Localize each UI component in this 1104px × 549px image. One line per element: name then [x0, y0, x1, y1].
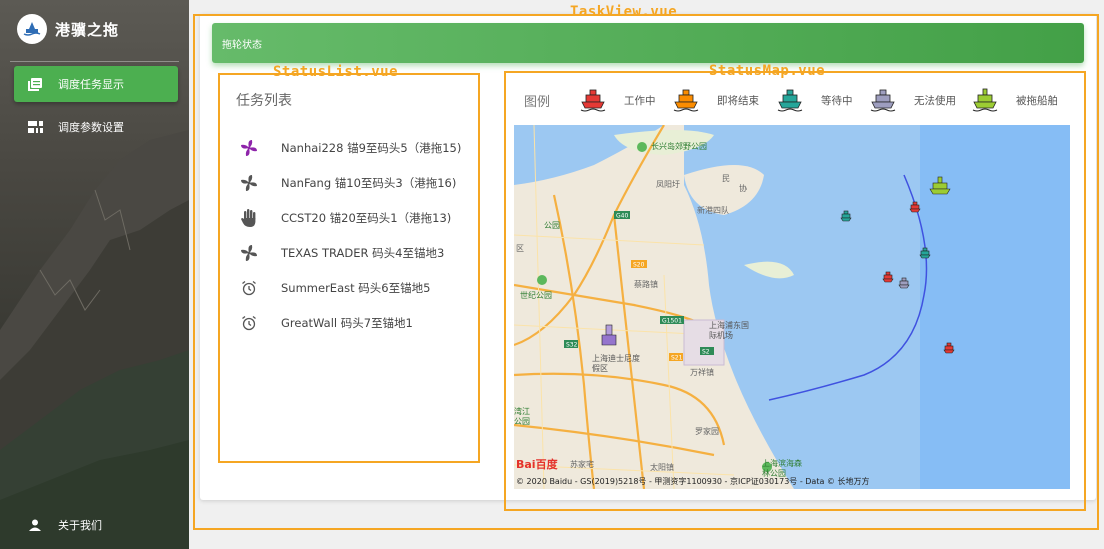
legend-label: 即将结束: [717, 94, 759, 107]
legend-item-ending: 即将结束: [673, 84, 759, 116]
statuslist-outline: [218, 73, 480, 463]
legend-label: 工作中: [624, 94, 656, 107]
task-text: NanFang 锚10至码头3（港拖16): [281, 176, 457, 190]
map-label: 长兴岛郊野公园: [651, 142, 707, 151]
map-label: 公园: [544, 221, 560, 230]
map-label: 万祥镇: [690, 368, 714, 377]
legend-label: 被拖船舶: [1016, 94, 1058, 107]
task-list-title: 任务列表: [236, 93, 292, 109]
map-label: 蔡路镇: [634, 280, 658, 289]
task-text: TEXAS TRADER 码头4至锚地3: [281, 246, 445, 260]
tugboat-icon: [870, 89, 896, 112]
task-list-item[interactable]: TEXAS TRADER 码头4至锚地3: [240, 243, 444, 263]
svg-text:S21: S21: [671, 355, 683, 362]
nav-item-param-settings[interactable]: 调度参数设置: [14, 109, 178, 145]
svg-text:S32: S32: [566, 342, 578, 349]
task-text: Nanhai228 锚9至码头5（港拖15): [281, 141, 462, 155]
nav-item-task-display[interactable]: 调度任务显示: [14, 66, 178, 102]
fan-icon: [240, 244, 258, 262]
ship-icon: [972, 88, 998, 112]
map-canvas[interactable]: G40 S20 G1501 S32 S21 S2: [514, 125, 1070, 489]
divider: [10, 61, 179, 62]
map-label: 民: [722, 174, 730, 183]
fan-icon: [240, 139, 258, 157]
task-list-item[interactable]: GreatWall 码头7至锚地1: [240, 313, 413, 333]
taskview-label: TaskView.vue: [570, 4, 678, 20]
task-text: SummerEast 码头6至锚地5: [281, 281, 431, 295]
baidu-logo[interactable]: Bai百度: [516, 456, 558, 472]
brand: 港骥之拖: [0, 0, 189, 58]
tugboat-icon: [580, 89, 606, 112]
statuslist-label: StatusList.vue: [273, 64, 399, 80]
map-label: 区: [516, 244, 524, 253]
legend-item-towed: 被拖船舶: [972, 84, 1058, 116]
map-label: 上海迪士尼度假区: [592, 354, 640, 373]
task-text: GreatWall 码头7至锚地1: [281, 316, 413, 330]
map-label: 协: [739, 184, 747, 193]
map-label: 新港四队: [697, 206, 729, 215]
legend-item-working: 工作中: [580, 84, 656, 116]
task-list-item[interactable]: CCST20 锚20至码头1（港拖13): [240, 208, 451, 228]
nav-label: 调度参数设置: [58, 121, 124, 134]
legend-label: 无法使用: [914, 94, 956, 107]
map-label: 上海浦东国际机场: [709, 321, 749, 340]
user-icon: [27, 518, 43, 532]
legend-title: 图例: [524, 95, 551, 110]
nav-label: 调度任务显示: [58, 78, 124, 91]
task-text: CCST20 锚20至码头1（港拖13): [281, 211, 452, 225]
nav-item-about[interactable]: 关于我们: [14, 510, 102, 540]
svg-text:S20: S20: [633, 262, 645, 269]
map-label: 太阳镇: [650, 463, 674, 472]
alarm-clock-icon: [240, 279, 258, 297]
tugboat-icon: [777, 89, 803, 112]
svg-text:G1501: G1501: [662, 318, 682, 325]
statusmap-label: StatusMap.vue: [709, 63, 826, 79]
task-list-item[interactable]: NanFang 锚10至码头3（港拖16): [240, 173, 456, 193]
list-icon: [27, 77, 43, 91]
sidebar-mountain-background: [0, 130, 189, 549]
map-label: 凤阳圩: [656, 180, 680, 189]
logo-icon: [17, 14, 47, 44]
status-map[interactable]: G40 S20 G1501 S32 S21 S2 长兴岛郊野公园 凤阳圩 民 协…: [514, 125, 1070, 489]
legend-item-waiting: 等待中: [777, 84, 853, 116]
map-copyright: © 2020 Baidu - GS(2019)5218号 - 甲测资字11009…: [516, 477, 870, 486]
svg-text:G40: G40: [616, 213, 628, 220]
map-label: 湾江公园: [514, 407, 530, 426]
sidebar: 港骥之拖 调度任务显示 调度参数设置 关于我们: [0, 0, 189, 549]
map-label: 罗家园: [695, 427, 719, 436]
task-list-item[interactable]: Nanhai228 锚9至码头5（港拖15): [240, 138, 461, 158]
legend-item-unavailable: 无法使用: [870, 84, 956, 116]
alarm-clock-icon: [240, 314, 258, 332]
svg-text:S2: S2: [702, 349, 710, 356]
map-label: 苏家宅: [570, 460, 594, 469]
app-title: 港骥之拖: [55, 20, 120, 39]
fan-icon: [240, 174, 258, 192]
tugboat-icon: [673, 89, 699, 112]
hand-icon: [240, 209, 258, 227]
about-label: 关于我们: [58, 519, 102, 532]
legend-label: 等待中: [821, 94, 853, 107]
settings-panel-icon: [27, 120, 43, 134]
task-list-item[interactable]: SummerEast 码头6至锚地5: [240, 278, 430, 298]
map-label: 世纪公园: [520, 291, 552, 300]
